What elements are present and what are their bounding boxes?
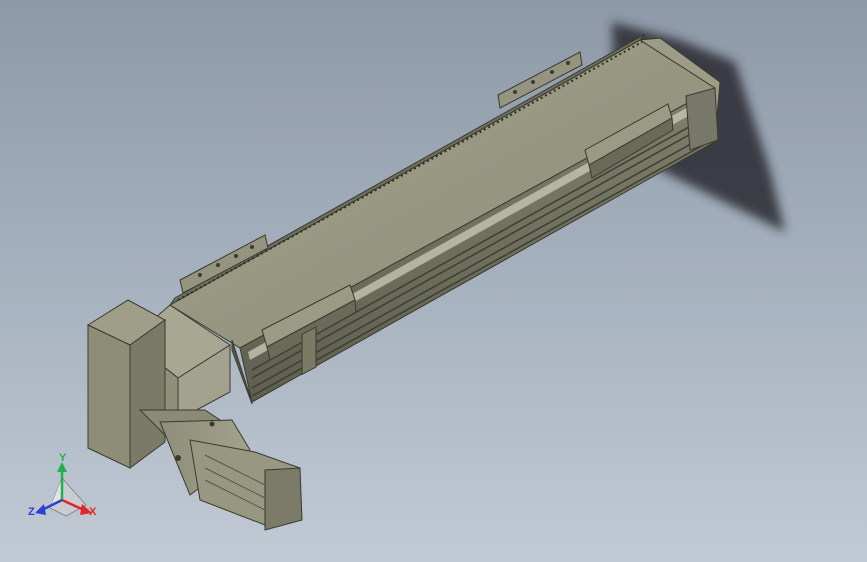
z-axis-label: Z xyxy=(28,506,35,518)
x-axis-label: X xyxy=(89,506,97,518)
rail-top-face xyxy=(169,39,716,349)
orientation-triad: Y X Z xyxy=(28,452,97,518)
linear-module[interactable] xyxy=(169,33,721,405)
servo-motor[interactable] xyxy=(138,409,303,531)
cad-viewport[interactable]: Y X Z xyxy=(0,0,867,562)
z-axis-arrow xyxy=(35,504,46,515)
end-cap-face xyxy=(685,87,719,151)
y-axis-label: Y xyxy=(59,452,67,464)
model-canvas[interactable]: Y X Z xyxy=(0,0,867,562)
side-plate xyxy=(86,299,166,469)
